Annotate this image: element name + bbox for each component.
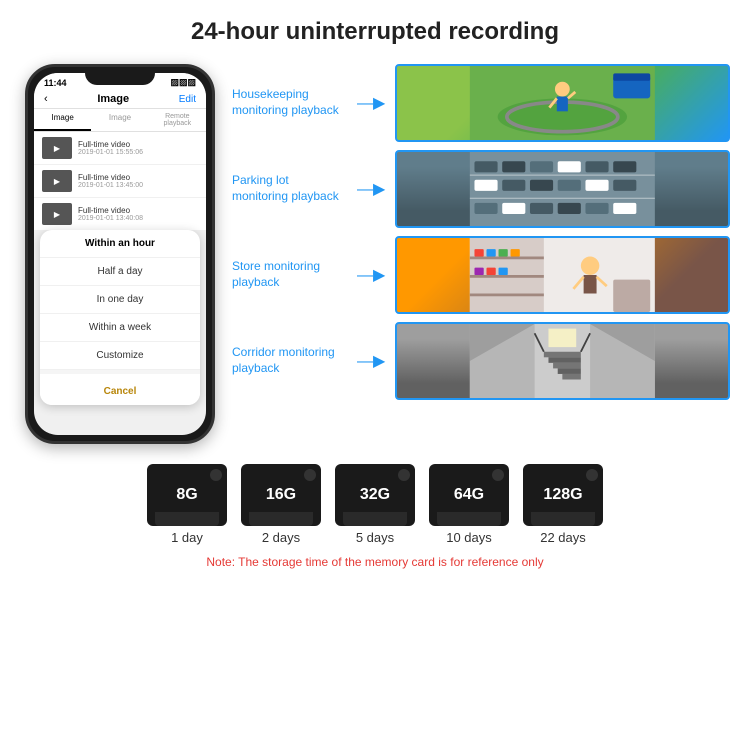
arrow-housekeeping: —▶ [357, 93, 385, 113]
thumb-1: ▶ [42, 137, 72, 159]
phone-header-title: Image [97, 93, 129, 105]
storage-section: 8G 1 day 16G 2 days 32G 5 days [20, 464, 730, 569]
image-corridor [395, 322, 730, 400]
sd-card-img-32g: 32G [335, 464, 415, 526]
item-time-2: 2019-01-01 13:45:00 [78, 182, 143, 189]
phone-time: 11:44 [44, 78, 67, 88]
phone-tab-image2[interactable]: Image [91, 109, 148, 131]
storage-note: Note: The storage time of the memory car… [206, 555, 543, 569]
cards-row: 8G 1 day 16G 2 days 32G 5 days [147, 464, 603, 545]
phone-wrapper: 11:44 ▨▨▨ ‹ Image Edit Image Image [25, 64, 215, 444]
sd-card-img-8g: 8G [147, 464, 227, 526]
monitoring-row-housekeeping: Housekeepingmonitoring playback —▶ [232, 64, 730, 142]
phone-edit-button[interactable]: Edit [179, 94, 196, 105]
page-title: 24-hour uninterrupted recording [20, 18, 730, 46]
sd-label-64g: 64G [454, 486, 484, 504]
sd-card-img-64g: 64G [429, 464, 509, 526]
sd-card-32g: 32G 5 days [335, 464, 415, 545]
list-item: ▶ Full-time video 2019-01-01 15:55:06 [34, 132, 206, 165]
sd-card-img-128g: 128G [523, 464, 603, 526]
sd-card-128g: 128G 22 days [523, 464, 603, 545]
item-text-2: Full-time video [78, 173, 143, 182]
sd-label-16g: 16G [266, 486, 296, 504]
sd-days-16g: 2 days [262, 530, 300, 545]
list-item: ▶ Full-time video 2019-01-01 13:45:00 [34, 165, 206, 198]
main-content: 11:44 ▨▨▨ ‹ Image Edit Image Image [20, 64, 730, 444]
right-section: Housekeepingmonitoring playback —▶ [232, 64, 730, 444]
phone-section: 11:44 ▨▨▨ ‹ Image Edit Image Image [20, 64, 220, 444]
monitoring-row-store: Store monitoringplayback —▶ [232, 236, 730, 314]
dropdown-item-hour[interactable]: Within an hour [40, 230, 200, 258]
phone-tab-remote[interactable]: Remote playback [149, 109, 206, 131]
sd-card-8g: 8G 1 day [147, 464, 227, 545]
arrow-corridor: —▶ [357, 351, 385, 371]
sd-card-64g: 64G 10 days [429, 464, 509, 545]
sd-label-8g: 8G [176, 486, 197, 504]
item-time-3: 2019-01-01 13:40:08 [78, 215, 143, 222]
label-housekeeping: Housekeepingmonitoring playback [232, 87, 347, 118]
monitoring-row-corridor: Corridor monitoringplayback —▶ [232, 322, 730, 400]
sd-card-16g: 16G 2 days [241, 464, 321, 545]
monitoring-row-parking: Parking lotmonitoring playback —▶ [232, 150, 730, 228]
dropdown-item-oneday[interactable]: In one day [40, 286, 200, 314]
phone-notch [85, 67, 155, 85]
phone-screen: 11:44 ▨▨▨ ‹ Image Edit Image Image [34, 73, 206, 435]
item-text-1: Full-time video [78, 140, 143, 149]
dropdown-cancel-button[interactable]: Cancel [40, 378, 200, 405]
item-time-1: 2019-01-01 15:55:06 [78, 149, 143, 156]
arrow-store: —▶ [357, 265, 385, 285]
sd-label-32g: 32G [360, 486, 390, 504]
dropdown-item-customize[interactable]: Customize [40, 342, 200, 370]
thumb-3: ▶ [42, 203, 72, 225]
label-parking: Parking lotmonitoring playback [232, 173, 347, 204]
phone-list: ▶ Full-time video 2019-01-01 15:55:06 ▶ … [34, 132, 206, 231]
sd-days-8g: 1 day [171, 530, 203, 545]
image-parking [395, 150, 730, 228]
label-corridor: Corridor monitoringplayback [232, 345, 347, 376]
phone-back-icon: ‹ [44, 93, 48, 105]
image-housekeeping [395, 64, 730, 142]
sd-days-32g: 5 days [356, 530, 394, 545]
sd-days-128g: 22 days [540, 530, 586, 545]
dropdown-item-halfday[interactable]: Half a day [40, 258, 200, 286]
phone-tabs: Image Image Remote playback [34, 109, 206, 132]
phone-outer: 11:44 ▨▨▨ ‹ Image Edit Image Image [25, 64, 215, 444]
image-store [395, 236, 730, 314]
item-text-3: Full-time video [78, 206, 143, 215]
label-store: Store monitoringplayback [232, 259, 347, 290]
page-container: 24-hour uninterrupted recording 11:44 ▨▨… [0, 0, 750, 750]
sd-card-img-16g: 16G [241, 464, 321, 526]
dropdown-item-week[interactable]: Within a week [40, 314, 200, 342]
thumb-2: ▶ [42, 170, 72, 192]
phone-status-icons: ▨▨▨ [170, 77, 196, 88]
sd-days-64g: 10 days [446, 530, 492, 545]
arrow-parking: —▶ [357, 179, 385, 199]
phone-tab-image[interactable]: Image [34, 109, 91, 131]
list-item: ▶ Full-time video 2019-01-01 13:40:08 [34, 198, 206, 231]
phone-dropdown: Within an hour Half a day In one day Wit… [40, 230, 200, 405]
sd-label-128g: 128G [543, 486, 582, 504]
phone-header: ‹ Image Edit [34, 90, 206, 109]
